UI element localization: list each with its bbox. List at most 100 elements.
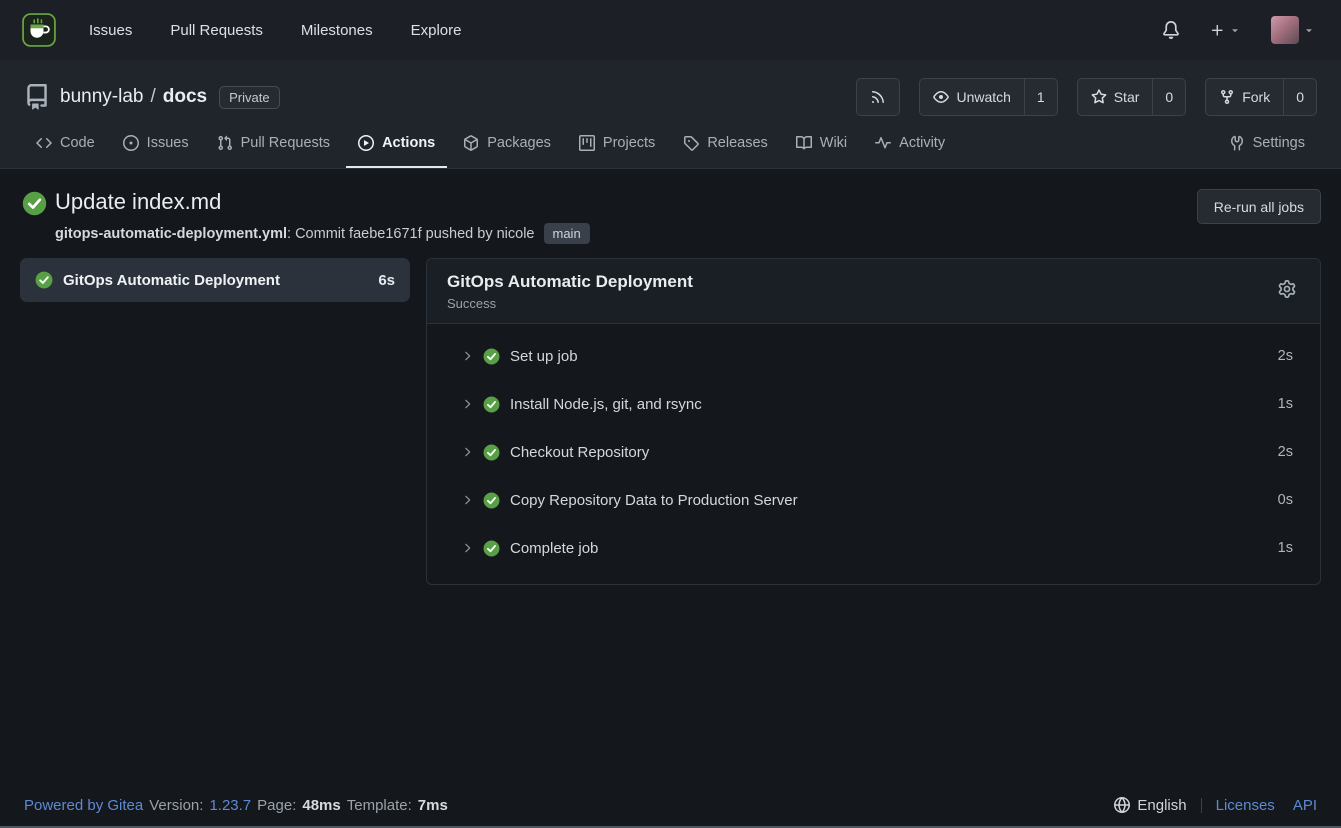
star-label: Star [1114, 89, 1140, 105]
step-duration: 0s [1278, 492, 1293, 508]
branch-badge[interactable]: main [544, 223, 590, 244]
success-check-icon [483, 348, 500, 365]
step-row[interactable]: Checkout Repository 2s [427, 428, 1320, 476]
repo-title-row: bunny-lab / docs Private Unwatch 1 [24, 76, 1317, 118]
job-list-item[interactable]: GitOps Automatic Deployment 6s [20, 258, 410, 302]
notifications-button[interactable] [1152, 15, 1190, 45]
step-name: Checkout Repository [510, 444, 649, 461]
play-circle-icon [358, 135, 374, 151]
version-link[interactable]: 1.23.7 [209, 797, 251, 814]
forks-count[interactable]: 0 [1283, 79, 1316, 115]
tab-code[interactable]: Code [24, 122, 107, 168]
tab-issues[interactable]: Issues [111, 122, 201, 168]
commit-text: : Commit faebe1671f pushed by nicole [287, 226, 534, 242]
tab-issues-label: Issues [147, 135, 189, 151]
plus-icon [1210, 23, 1225, 38]
gitea-logo-icon [22, 13, 56, 47]
chevron-right-icon [460, 397, 474, 411]
tab-code-label: Code [60, 135, 95, 151]
issue-opened-icon [123, 135, 139, 151]
user-menu-button[interactable] [1261, 10, 1325, 50]
navbar-right [1152, 10, 1325, 50]
job-options-button[interactable] [1274, 276, 1300, 302]
nav-pull-requests[interactable]: Pull Requests [151, 0, 282, 60]
tab-packages-label: Packages [487, 135, 551, 151]
fork-button-group: Fork 0 [1205, 78, 1317, 116]
tab-packages[interactable]: Packages [451, 122, 563, 168]
nav-explore-label: Explore [411, 22, 462, 39]
chevron-down-icon [1229, 24, 1241, 36]
nav-issues-label: Issues [89, 22, 132, 39]
chevron-right-icon [460, 349, 474, 363]
nav-issues[interactable]: Issues [70, 0, 151, 60]
repo-actions: Unwatch 1 Star 0 Fork [856, 78, 1317, 116]
create-new-button[interactable] [1200, 17, 1251, 44]
watchers-count[interactable]: 1 [1024, 79, 1057, 115]
tab-pull-requests[interactable]: Pull Requests [205, 122, 342, 168]
api-link[interactable]: API [1293, 797, 1317, 814]
step-row[interactable]: Complete job 1s [427, 524, 1320, 572]
repo-owner-link[interactable]: bunny-lab [60, 86, 143, 108]
star-button-group: Star 0 [1077, 78, 1186, 116]
success-check-icon [483, 492, 500, 509]
step-duration: 1s [1278, 540, 1293, 556]
success-check-icon [483, 396, 500, 413]
fork-icon [1219, 89, 1235, 105]
step-row[interactable]: Install Node.js, git, and rsync 1s [427, 380, 1320, 428]
success-check-icon [35, 271, 53, 289]
top-navbar: Issues Pull Requests Milestones Explore [0, 0, 1341, 60]
step-duration: 2s [1278, 348, 1293, 364]
gear-icon [1278, 280, 1296, 298]
chevron-right-icon [460, 493, 474, 507]
step-list: Set up job 2s Install Node.js, git, and … [427, 324, 1320, 584]
tab-projects[interactable]: Projects [567, 122, 667, 168]
step-name: Copy Repository Data to Production Serve… [510, 492, 798, 509]
job-name: GitOps Automatic Deployment [63, 272, 280, 289]
tab-settings-label: Settings [1253, 135, 1305, 151]
footer: Powered by Gitea Version: 1.23.7 Page: 4… [0, 784, 1341, 828]
tab-actions[interactable]: Actions [346, 122, 447, 168]
tools-icon [1229, 135, 1245, 151]
workflow-file-link[interactable]: gitops-automatic-deployment.yml [55, 226, 287, 242]
tab-wiki-label: Wiki [820, 135, 847, 151]
step-row[interactable]: Set up job 2s [427, 332, 1320, 380]
run-body: GitOps Automatic Deployment 6s GitOps Au… [0, 256, 1341, 585]
licenses-link[interactable]: Licenses [1216, 797, 1275, 814]
repo-name-link[interactable]: docs [163, 86, 207, 108]
globe-icon [1114, 797, 1130, 813]
fork-button[interactable]: Fork [1206, 79, 1283, 115]
tab-activity[interactable]: Activity [863, 122, 957, 168]
job-list: GitOps Automatic Deployment 6s [20, 258, 410, 302]
project-icon [579, 135, 595, 151]
success-check-icon [483, 444, 500, 461]
rerun-all-jobs-button[interactable]: Re-run all jobs [1197, 189, 1321, 224]
step-name: Set up job [510, 348, 578, 365]
nav-milestones[interactable]: Milestones [282, 0, 392, 60]
nav-explore[interactable]: Explore [392, 0, 481, 60]
star-button[interactable]: Star [1078, 79, 1153, 115]
powered-by-link[interactable]: Powered by Gitea [24, 797, 143, 814]
footer-right: English Licenses API [1114, 797, 1317, 814]
tab-settings[interactable]: Settings [1217, 122, 1317, 168]
repo-header: bunny-lab / docs Private Unwatch 1 [0, 60, 1341, 169]
unwatch-button[interactable]: Unwatch [920, 79, 1023, 115]
nav-pull-requests-label: Pull Requests [170, 22, 263, 39]
home-link[interactable] [16, 13, 70, 47]
tab-releases-label: Releases [707, 135, 767, 151]
rss-icon [870, 89, 886, 105]
chevron-down-icon [1303, 24, 1315, 36]
tab-releases[interactable]: Releases [671, 122, 779, 168]
tab-wiki[interactable]: Wiki [784, 122, 859, 168]
run-header: Update index.md gitops-automatic-deploym… [0, 169, 1341, 256]
rss-button[interactable] [856, 78, 900, 116]
job-detail-titles: GitOps Automatic Deployment Success [447, 272, 693, 311]
tab-activity-label: Activity [899, 135, 945, 151]
star-icon [1091, 89, 1107, 105]
unwatch-label: Unwatch [956, 89, 1010, 105]
stars-count[interactable]: 0 [1152, 79, 1185, 115]
step-name: Install Node.js, git, and rsync [510, 396, 702, 413]
language-selector[interactable]: English [1114, 797, 1186, 814]
step-row[interactable]: Copy Repository Data to Production Serve… [427, 476, 1320, 524]
chevron-right-icon [460, 445, 474, 459]
eye-icon [933, 89, 949, 105]
